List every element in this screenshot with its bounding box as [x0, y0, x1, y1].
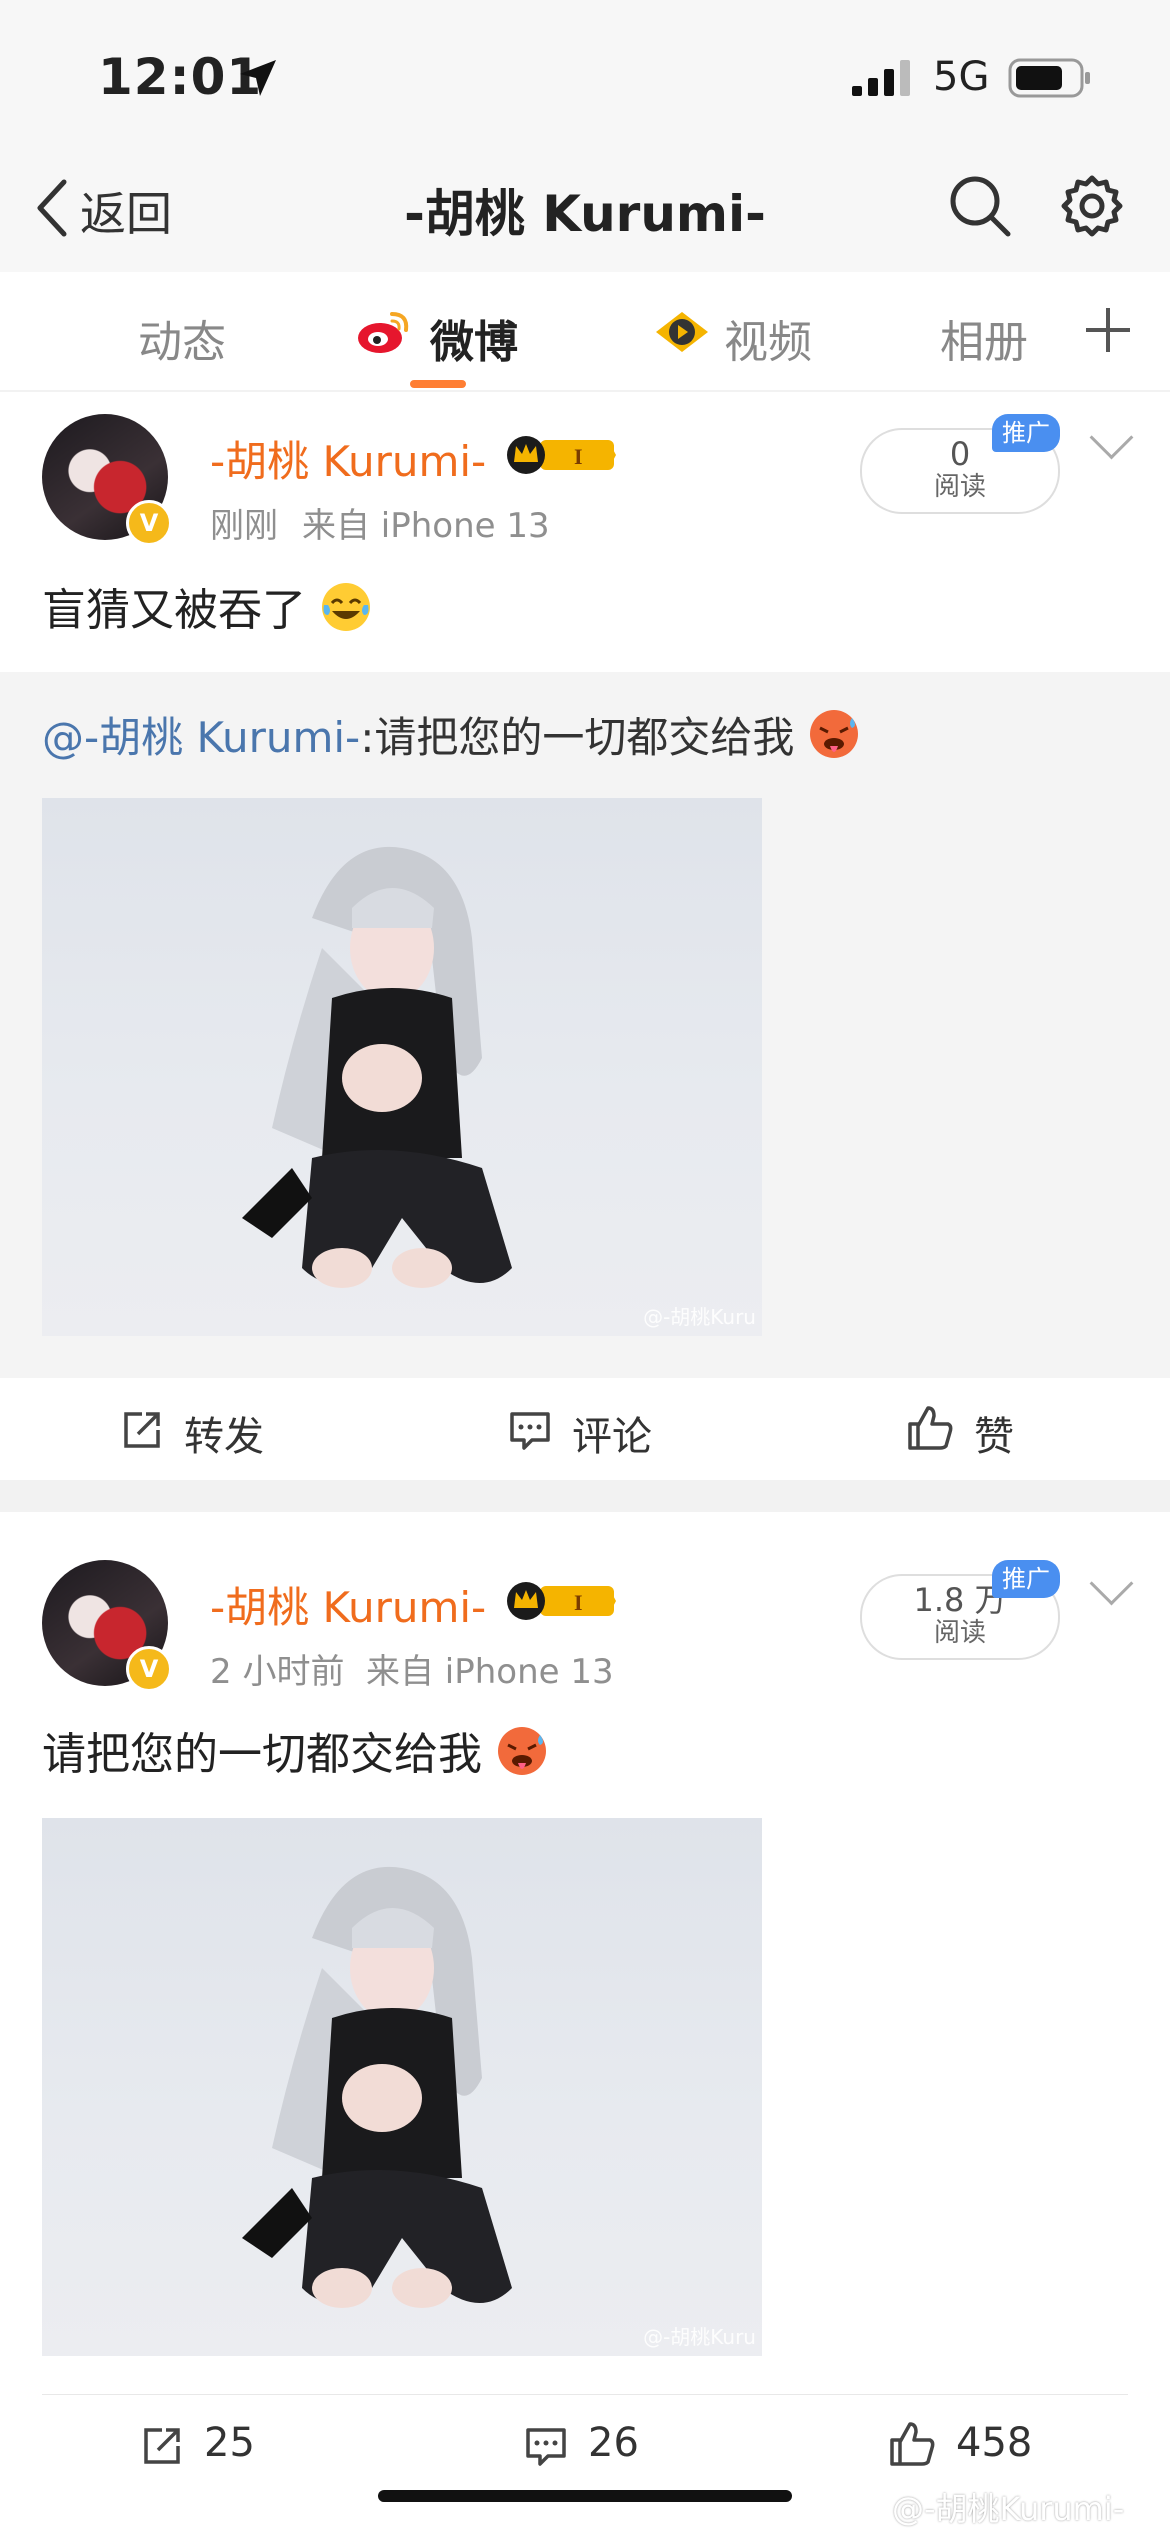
post-image[interactable]: @-胡桃Kuru — [42, 1818, 762, 2356]
like-thumb-icon[interactable] — [906, 1404, 954, 1452]
screenshot-watermark: @-胡桃Kurumi- — [892, 2490, 1125, 2528]
comment-icon[interactable] — [508, 1408, 552, 1452]
post-username[interactable]: -胡桃 Kurumi- — [210, 428, 486, 489]
tab-video[interactable]: 视频 — [724, 306, 812, 370]
search-icon[interactable] — [948, 174, 1012, 238]
like-count[interactable]: 458 — [956, 2420, 1032, 2466]
repost-icon[interactable] — [140, 2424, 184, 2468]
add-tab-icon[interactable] — [1084, 306, 1132, 354]
repost-count[interactable]: 25 — [204, 2420, 255, 2466]
verified-badge: V — [126, 1646, 172, 1692]
like-thumb-icon[interactable] — [888, 2420, 936, 2468]
battery-icon — [1008, 58, 1090, 98]
home-indicator[interactable] — [378, 2490, 792, 2502]
photo-figure — [242, 1866, 512, 2308]
post-source: 来自 iPhone 13 — [302, 506, 550, 546]
image-watermark: @-胡桃Kuru — [643, 2325, 756, 2349]
retweet-mention[interactable]: @-胡桃 Kurumi- — [42, 713, 360, 762]
retweet-text: @-胡桃 Kurumi-:请把您的一切都交给我 — [42, 704, 860, 765]
comment-button[interactable]: 评论 — [572, 1404, 652, 1462]
vip-crown-badge-icon: I — [507, 436, 616, 474]
post-time: 2 小时前 — [210, 1652, 345, 1692]
promote-badge[interactable]: 推广 — [992, 1560, 1060, 1598]
hot-face-emoji-icon — [809, 710, 858, 758]
read-label: 阅读 — [933, 472, 986, 502]
promote-badge[interactable]: 推广 — [992, 414, 1060, 452]
laughing-tears-emoji-icon — [322, 583, 370, 631]
repost-button[interactable]: 转发 — [184, 1404, 264, 1462]
tab-album[interactable]: 相册 — [940, 306, 1028, 370]
retweet-body: :请把您的一切都交给我 — [360, 713, 795, 762]
weibo-logo-icon — [358, 312, 409, 353]
like-button[interactable]: 赞 — [974, 1404, 1014, 1462]
image-watermark: @-胡桃Kuru — [643, 1305, 756, 1329]
vip-crown-badge-icon: I — [507, 1582, 616, 1620]
settings-gear-icon[interactable] — [1060, 174, 1124, 238]
tab-dynamic[interactable]: 动态 — [138, 306, 226, 370]
read-label: 阅读 — [933, 1618, 986, 1648]
repost-icon[interactable] — [120, 1408, 164, 1452]
post-username[interactable]: -胡桃 Kurumi- — [210, 1574, 486, 1635]
post-time: 刚刚 — [210, 506, 278, 546]
divider — [42, 2394, 1128, 2395]
photo-figure — [242, 846, 512, 1288]
retweet-image[interactable]: @-胡桃Kuru — [42, 798, 762, 1336]
verified-badge: V — [126, 500, 172, 546]
vip-level-text: I — [574, 444, 583, 469]
vip-level-text: I — [574, 1590, 583, 1615]
tab-weibo[interactable]: 微博 — [430, 306, 518, 370]
post-text: 请把您的一切都交给我 — [42, 1718, 548, 1782]
active-tab-indicator — [410, 380, 466, 388]
post-text-content: 盲猜又被吞了 — [42, 585, 306, 636]
post-source: 来自 iPhone 13 — [366, 1652, 614, 1692]
comment-count[interactable]: 26 — [588, 2420, 639, 2466]
post-text: 盲猜又被吞了 — [42, 574, 372, 638]
location-arrow-icon — [240, 60, 276, 96]
comment-icon[interactable] — [524, 2424, 568, 2468]
video-tab-icon — [656, 312, 708, 352]
hot-face-emoji-icon — [498, 1727, 546, 1775]
network-type: 5G — [933, 54, 990, 100]
post-text-content: 请把您的一切都交给我 — [42, 1729, 482, 1780]
signal-icon — [852, 60, 910, 96]
